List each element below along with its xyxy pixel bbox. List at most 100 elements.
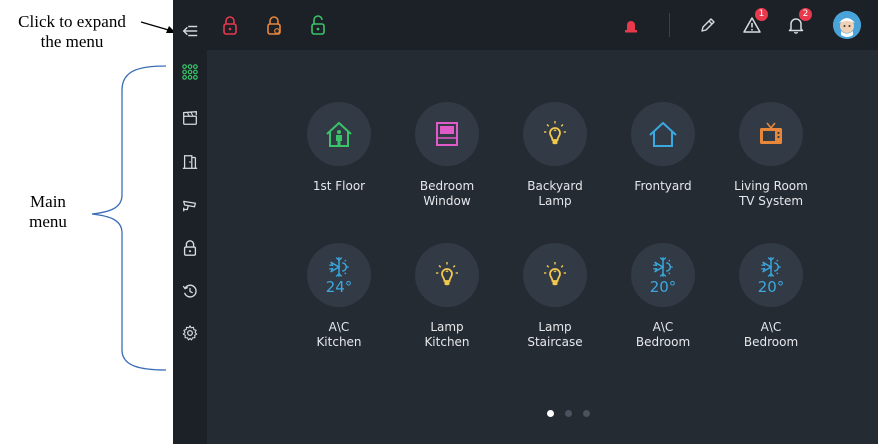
annotation-main-line2: menu [29, 212, 67, 231]
device-tile-button[interactable] [739, 102, 803, 166]
device-tile-label-line1: Lamp [538, 320, 572, 334]
ac-icon [758, 254, 784, 280]
window-icon [431, 118, 463, 150]
annotation-expand-menu: Click to expand the menu [2, 12, 142, 52]
ac-icon [326, 254, 352, 280]
device-tile-button[interactable]: 20° [631, 243, 695, 307]
device-tile-label: Frontyard [608, 179, 718, 194]
device-tile-label-line2: Kitchen [316, 335, 362, 349]
device-tile-label: A\C Bedroom [716, 320, 826, 350]
notification-count-badge: 2 [799, 8, 812, 21]
sidebar-item-history[interactable] [173, 274, 207, 308]
lock-status-green-icon[interactable] [305, 12, 331, 38]
lock-icon [183, 240, 197, 256]
device-tile-label: Backyard Lamp [500, 179, 610, 209]
device-tile-button[interactable] [523, 102, 587, 166]
alarm-siren-icon[interactable] [618, 12, 644, 38]
edit-pencil-icon[interactable] [695, 12, 721, 38]
device-tile-label-line2: Staircase [527, 335, 583, 349]
warning-icon[interactable]: 1 [739, 8, 768, 38]
device-tile[interactable]: Frontyard [608, 102, 718, 222]
device-tile-button[interactable]: 20° [739, 243, 803, 307]
device-tile-label: Lamp Staircase [500, 320, 610, 350]
device-tile-label-line1: A\C [760, 320, 782, 334]
device-tile-label-line2: Kitchen [424, 335, 470, 349]
gear-icon [182, 325, 198, 341]
annotation-main-menu: Main menu [8, 192, 88, 232]
topbar-divider [669, 13, 670, 37]
temperature-value: 24° [325, 278, 353, 296]
device-tile[interactable]: Bedroom Window [392, 102, 502, 222]
device-tile-button[interactable] [415, 243, 479, 307]
lock-status-red-icon[interactable] [217, 12, 243, 38]
grid-dots-icon [182, 64, 198, 80]
device-tile[interactable]: Lamp Kitchen [392, 243, 502, 363]
main-menu-sidebar [173, 0, 207, 444]
device-tile-label-line2: Bedroom [635, 335, 691, 349]
device-tile-label-line1: Bedroom [419, 179, 475, 193]
device-tile-label-line1: Frontyard [634, 179, 692, 193]
expand-menu-button[interactable] [173, 14, 207, 48]
warning-count-badge: 1 [755, 8, 768, 21]
device-tile-label-line1: Living Room [734, 179, 808, 193]
device-tile-button[interactable] [523, 243, 587, 307]
device-tile-label-line1: Lamp [430, 320, 464, 334]
device-tile[interactable]: 20° A\C Bedroom [716, 243, 826, 363]
tv-icon [755, 118, 787, 150]
device-tile[interactable]: Living Room TV System [716, 102, 826, 222]
device-tile-button[interactable] [307, 102, 371, 166]
device-tile-label-line2: Bedroom [743, 335, 799, 349]
device-tile-label-line1: 1st Floor [312, 179, 366, 193]
device-tile[interactable]: 24° A\C Kitchen [284, 243, 394, 363]
device-tile-label: Living Room TV System [716, 179, 826, 209]
bulb-icon [539, 118, 571, 150]
device-tile-label-line2: Lamp [538, 194, 572, 208]
pagination-dot-2[interactable] [565, 410, 572, 417]
device-tile-label-line1: Backyard [527, 179, 583, 193]
notification-bell-icon[interactable]: 2 [783, 8, 812, 38]
menu-arrow-icon [182, 25, 198, 37]
user-avatar[interactable] [833, 11, 861, 39]
device-tile-button[interactable] [631, 102, 695, 166]
device-tile-label: 1st Floor [284, 179, 394, 194]
device-tile-label-line1: A\C [652, 320, 674, 334]
device-tile[interactable]: Backyard Lamp [500, 102, 610, 222]
device-tile[interactable]: 1st Floor [284, 102, 394, 222]
clapperboard-icon [183, 111, 197, 125]
history-icon [182, 284, 197, 298]
bulb-icon [539, 259, 571, 291]
pagination-dot-1[interactable] [547, 410, 554, 417]
door-icon [182, 155, 198, 169]
device-tile-label: A\C Bedroom [608, 320, 718, 350]
top-bar: 1 2 [173, 0, 878, 50]
annotation-expand-line1: Click to expand [18, 12, 126, 31]
device-tile-label: Lamp Kitchen [392, 320, 502, 350]
pagination-dot-3[interactable] [583, 410, 590, 417]
house-person-icon [323, 118, 355, 150]
pagination-dots [547, 410, 590, 417]
camera-icon [183, 200, 197, 212]
temperature-value: 20° [649, 278, 677, 296]
lock-status-orange-icon[interactable] [261, 12, 287, 38]
sidebar-item-settings[interactable] [173, 316, 207, 350]
sidebar-item-dashboard[interactable] [173, 55, 207, 89]
sidebar-item-scenes[interactable] [173, 101, 207, 135]
annotation-main-line1: Main [30, 192, 66, 211]
device-tile[interactable]: 20° A\C Bedroom [608, 243, 718, 363]
device-tile[interactable]: Lamp Staircase [500, 243, 610, 363]
dashboard-main: 1st Floor Bedroom Window Backyard Lamp Fronty… [207, 50, 878, 444]
house-icon [647, 118, 679, 150]
device-tile-label: A\C Kitchen [284, 320, 394, 350]
bulb-icon [431, 259, 463, 291]
device-tile-label: Bedroom Window [392, 179, 502, 209]
ac-icon [650, 254, 676, 280]
annotation-expand-line2: the menu [40, 32, 104, 51]
sidebar-item-doors[interactable] [173, 145, 207, 179]
sidebar-item-cameras[interactable] [173, 188, 207, 222]
device-tile-button[interactable]: 24° [307, 243, 371, 307]
device-tile-button[interactable] [415, 102, 479, 166]
device-tile-label-line1: A\C [328, 320, 350, 334]
smart-home-app: 1 2 1st Floor Bedroom Window Backyard La… [173, 0, 878, 444]
device-tile-label-line2: Window [423, 194, 471, 208]
sidebar-item-locks[interactable] [173, 231, 207, 265]
